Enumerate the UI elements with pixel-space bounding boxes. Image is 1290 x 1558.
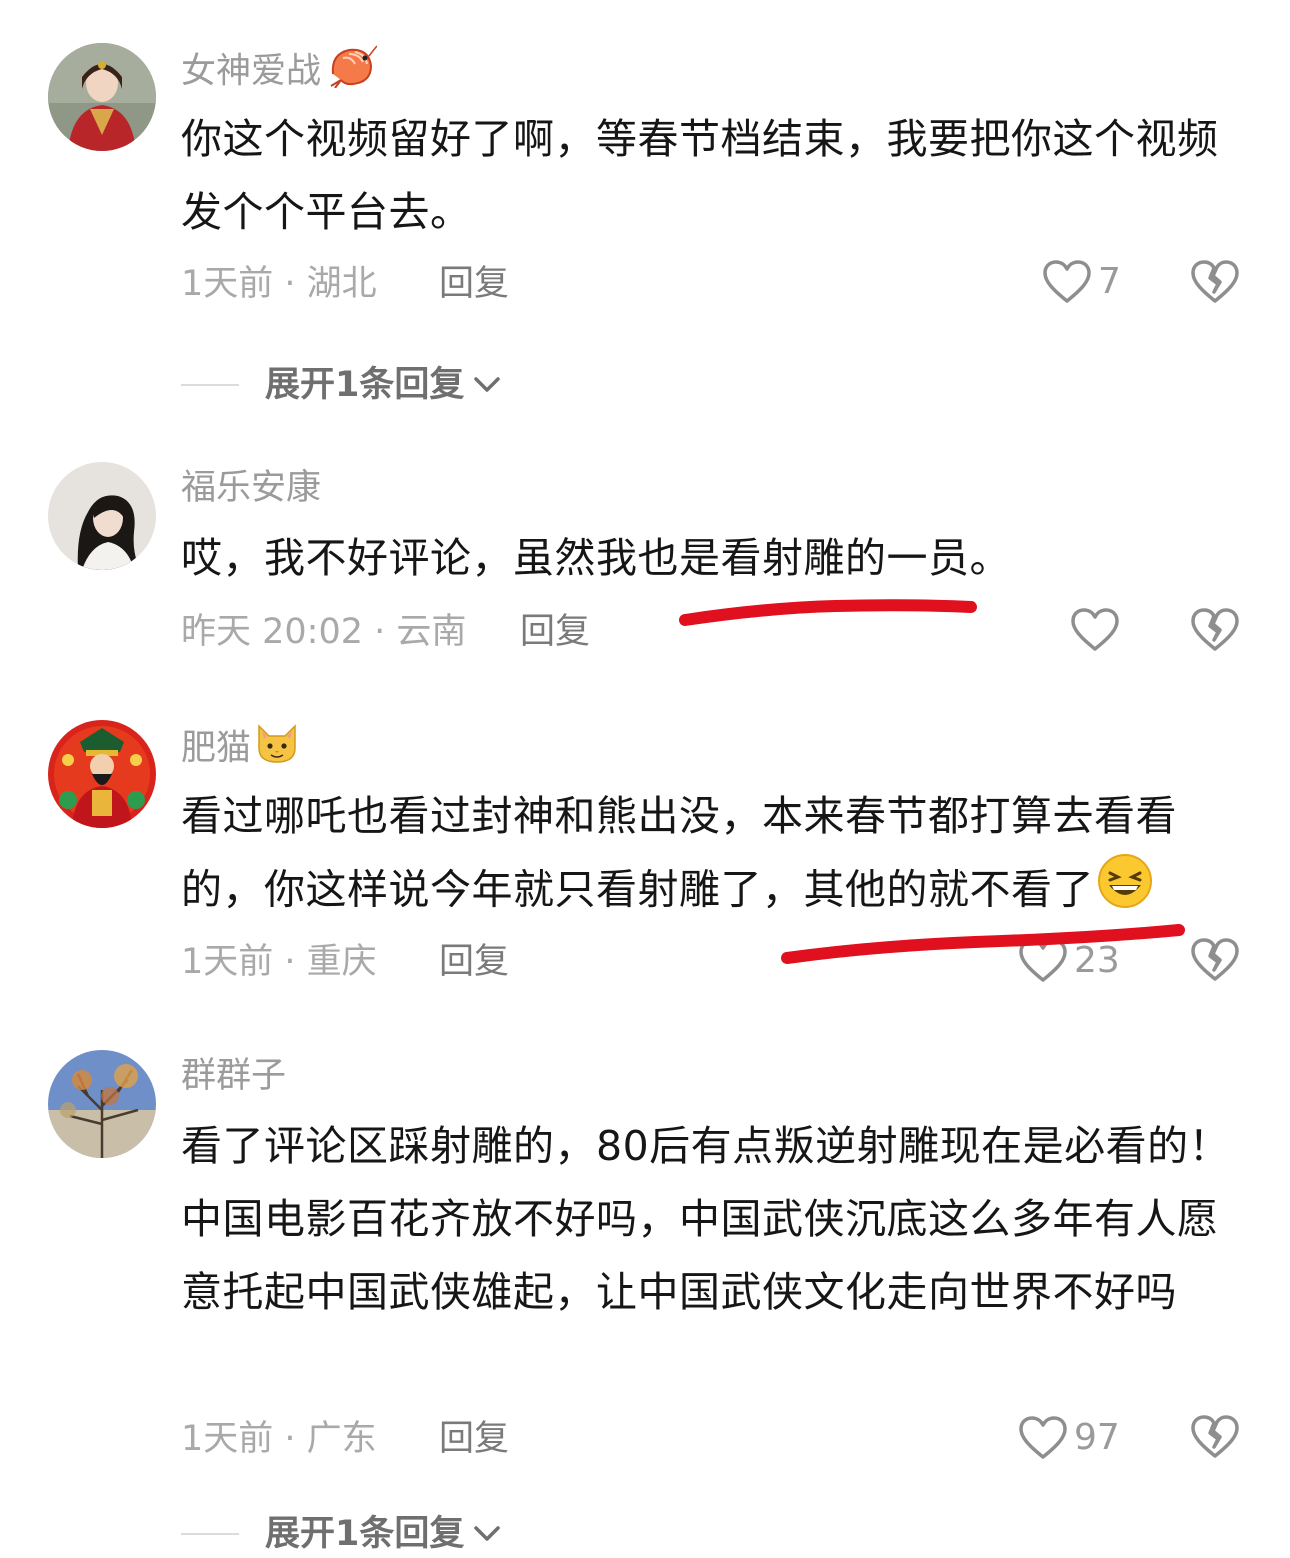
like-count: 97 (1074, 1417, 1120, 1458)
avatar[interactable] (48, 1050, 156, 1158)
username-text: 群群子 (181, 1056, 287, 1096)
expand-replies-label: 展开1条回复 (265, 1514, 465, 1554)
like-button[interactable]: 97 (1018, 1414, 1120, 1462)
broken-heart-icon (1191, 1415, 1239, 1458)
heart-icon (1019, 1416, 1067, 1459)
reply-button[interactable]: 回复 (439, 1415, 509, 1463)
divider (181, 1533, 239, 1535)
comment-meta: 1天前 · 广东 (181, 1419, 377, 1459)
comment-text: 看了评论区踩射雕的，80后有点叛逆射雕现在是必看的！中国电影百花齐放不好吗，中国… (181, 1122, 1231, 1316)
username[interactable]: 群群子 (181, 1052, 286, 1100)
chevron-down-icon (474, 1526, 501, 1541)
expand-replies-button[interactable]: 展开1条回复 (181, 1510, 502, 1558)
comment-item: 群群子 看了评论区踩射雕的，80后有点叛逆射雕现在是必看的！中国电影百花齐放不好… (0, 0, 1290, 1554)
dislike-button[interactable] (1190, 1413, 1240, 1465)
